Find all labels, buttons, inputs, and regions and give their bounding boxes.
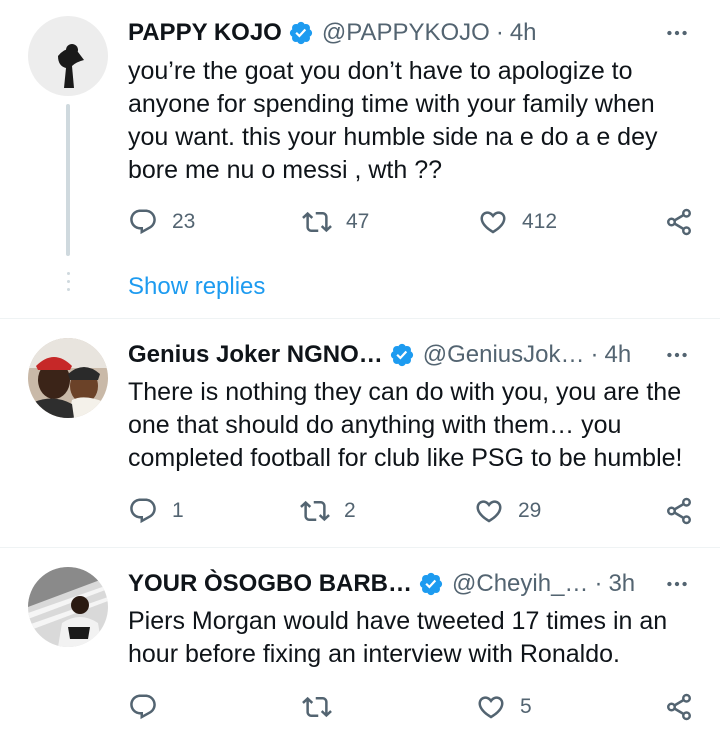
tweet-text: Piers Morgan would have tweeted 17 times… (128, 605, 696, 671)
tweet-line: hour before fixing an interview with Ron… (128, 640, 620, 668)
author-handle[interactable]: @GeniusJok… (423, 341, 585, 369)
separator: · (594, 570, 603, 597)
verified-badge-icon (418, 571, 444, 597)
tweet-line: one that should do anything with them… y… (128, 411, 622, 439)
share-button[interactable] (664, 204, 694, 240)
retweet-icon (302, 696, 332, 718)
tweet-line: bore me nu o messi , wth ?? (128, 156, 443, 184)
like-button[interactable]: 412 (478, 204, 557, 240)
separator: · (495, 19, 504, 46)
share-button[interactable] (664, 689, 694, 725)
reply-icon (130, 498, 156, 524)
timestamp[interactable]: 3h (608, 570, 635, 598)
share-icon (667, 693, 691, 721)
share-button[interactable] (664, 493, 694, 529)
author-handle[interactable]: @PAPPYKOJO (322, 19, 490, 47)
reply-count: 1 (172, 499, 184, 522)
more-options-icon[interactable] (662, 340, 692, 370)
avatar[interactable] (28, 567, 108, 647)
author-handle[interactable]: @Cheyih_… (452, 570, 588, 598)
tweet-line: you want. this your humble side na e do … (128, 123, 658, 151)
like-count: 5 (520, 695, 532, 718)
like-button[interactable]: 5 (476, 689, 532, 725)
like-button[interactable]: 29 (474, 493, 541, 529)
author-name[interactable]: YOUR ÒSOGBO BARB… (128, 570, 412, 598)
retweet-button[interactable]: 2 (300, 493, 356, 529)
avatar[interactable] (28, 16, 108, 96)
tweet-3[interactable]: YOUR ÒSOGBO BARB… @Cheyih_… · 3h Piers M… (0, 548, 720, 737)
reply-icon (130, 209, 156, 235)
retweet-button[interactable]: 47 (302, 204, 369, 240)
retweet-icon (302, 211, 332, 233)
show-replies-link[interactable]: Show replies (128, 273, 265, 301)
reply-button[interactable] (128, 689, 172, 725)
timestamp[interactable]: 4h (605, 341, 632, 369)
share-icon (667, 497, 691, 525)
verified-badge-icon (288, 20, 314, 46)
tweet-text: There is nothing they can do with you, y… (128, 376, 696, 475)
separator: · (590, 341, 599, 368)
tweet-line: There is nothing they can do with you, y… (128, 378, 682, 406)
share-icon (667, 208, 691, 236)
like-count: 412 (522, 210, 558, 233)
reply-count: 23 (172, 210, 196, 233)
tweet-text: you’re the goat you don’t have to apolog… (128, 55, 696, 187)
more-options-icon[interactable] (662, 18, 692, 48)
author-name[interactable]: PAPPY KOJO (128, 19, 282, 47)
tweet-line: completed football for club like PSG to … (128, 444, 683, 472)
like-icon (476, 500, 502, 523)
retweet-icon (300, 500, 330, 522)
timestamp[interactable]: 4h (510, 19, 537, 47)
thread-dots (66, 272, 70, 296)
retweet-count: 2 (344, 499, 356, 522)
like-count: 29 (518, 499, 542, 522)
tweet-line: Piers Morgan would have tweeted 17 times… (128, 607, 668, 635)
verified-badge-icon (389, 342, 415, 368)
reply-button[interactable]: 23 (128, 204, 195, 240)
author-name[interactable]: Genius Joker NGNO… (128, 341, 383, 369)
reply-icon (130, 694, 156, 720)
thread-line (66, 104, 70, 256)
tweet-2[interactable]: Genius Joker NGNO… @GeniusJok… · 4h Ther… (0, 319, 720, 547)
tweet-1[interactable]: PAPPY KOJO @PAPPYKOJO · 4h you’re the go… (0, 0, 720, 318)
tweet-line: anyone for spending time with your famil… (128, 90, 655, 118)
reply-button[interactable]: 1 (128, 493, 184, 529)
like-icon (480, 211, 506, 234)
more-options-icon[interactable] (662, 569, 692, 599)
retweet-button[interactable] (302, 689, 346, 725)
avatar[interactable] (28, 338, 108, 418)
retweet-count: 47 (346, 210, 370, 233)
tweet-line: you’re the goat you don’t have to apolog… (128, 57, 633, 85)
like-icon (478, 696, 504, 719)
